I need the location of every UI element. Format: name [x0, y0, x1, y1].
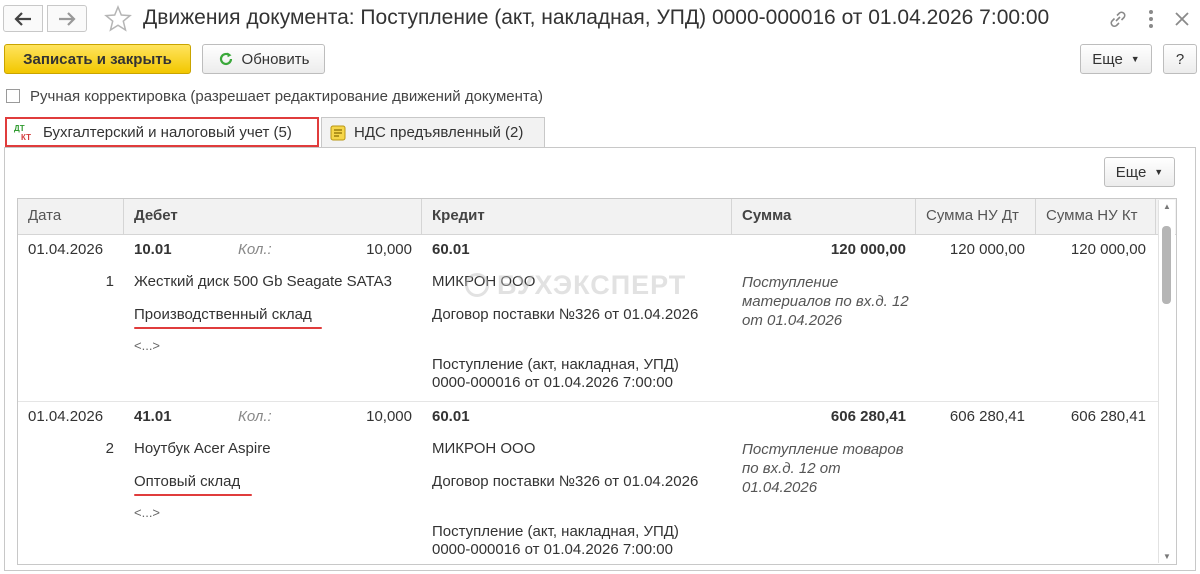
svg-text:КТ: КТ: [21, 133, 31, 141]
scroll-up-icon[interactable]: ▲: [1163, 202, 1171, 211]
refresh-button[interactable]: Обновить: [202, 44, 325, 74]
tab-accounting-and-tax[interactable]: ДТ КТ Бухгалтерский и налоговый учет (5): [5, 117, 319, 147]
vertical-scrollbar[interactable]: ▲ ▼: [1158, 200, 1175, 563]
scrollbar-thumb[interactable]: [1162, 226, 1171, 304]
debit-account: 41.01: [134, 408, 172, 425]
column-header-debit[interactable]: Дебет: [124, 199, 422, 234]
quantity-label: Кол.:: [238, 241, 272, 258]
debit-subconto-3: <...>: [134, 338, 161, 353]
more-menu-button[interactable]: Еще ▼: [1080, 44, 1152, 74]
tab-vat-presented[interactable]: НДС предъявленный (2): [321, 117, 545, 147]
highlight-underline: [134, 327, 322, 329]
caret-down-icon: ▼: [1154, 167, 1164, 177]
row-number: 1: [105, 273, 114, 290]
debit-account: 10.01: [134, 241, 172, 258]
title-bar: Движения документа: Поступление (акт, на…: [0, 0, 1200, 38]
forward-button[interactable]: [47, 5, 87, 32]
more-menu-label: Еще: [1092, 50, 1123, 68]
scroll-down-icon[interactable]: ▼: [1163, 552, 1171, 561]
dt-kt-icon: ДТ КТ: [13, 123, 35, 141]
row-sum-nu-dt: 606 280,41: [949, 408, 1025, 425]
column-header-sum-nu-dt[interactable]: Сумма НУ Дт: [916, 199, 1036, 234]
table-more-button[interactable]: Еще ▼: [1104, 157, 1175, 187]
credit-subconto-2: Договор поставки №326 от 01.04.2026: [432, 306, 699, 323]
close-icon[interactable]: [1171, 8, 1193, 30]
watermark-text: БУХЭКСПЕРТ: [497, 270, 687, 300]
row-sum: 120 000,00: [830, 241, 906, 258]
register-icon: [330, 125, 346, 141]
arrow-left-icon: [14, 11, 31, 26]
debit-subconto-2: Оптовый склад: [134, 473, 241, 490]
svg-text:ДТ: ДТ: [14, 124, 25, 133]
quantity-value: 10,000: [366, 241, 412, 258]
credit-account: 60.01: [432, 241, 470, 258]
debit-subconto-2: Производственный склад: [134, 306, 312, 323]
credit-subconto-3: Поступление (акт, накладная, УПД) 0000-0…: [432, 523, 679, 558]
row-content: Поступление материалов по вх.д. 12 от 01…: [742, 274, 909, 329]
table-row[interactable]: 01.04.2026 1 10.01 Кол.: 10,000 Жесткий …: [18, 235, 1158, 400]
debit-subconto-1: Ноутбук Acer Aspire: [134, 440, 271, 457]
row-number: 2: [105, 440, 114, 457]
link-icon[interactable]: [1107, 8, 1129, 30]
refresh-label: Обновить: [241, 50, 310, 68]
help-button[interactable]: ?: [1163, 44, 1197, 74]
manual-correction-checkbox[interactable]: [6, 89, 20, 103]
watermark: БУХЭКСПЕРТ: [465, 270, 686, 301]
debit-subconto-3: <...>: [134, 505, 161, 520]
quantity-label: Кол.:: [238, 408, 272, 425]
tab-label: Бухгалтерский и налоговый учет (5): [43, 123, 292, 141]
row-sum-nu-dt: 120 000,00: [949, 241, 1025, 258]
movements-table: Дата Дебет Кредит Сумма Сумма НУ Дт Сумм…: [17, 198, 1177, 565]
credit-subconto-3: Поступление (акт, накладная, УПД) 0000-0…: [432, 356, 679, 391]
credit-subconto-1: МИКРОН ООО: [432, 440, 536, 457]
column-header-credit[interactable]: Кредит: [422, 199, 732, 234]
table-more-label: Еще: [1115, 163, 1147, 181]
save-and-close-button[interactable]: Записать и закрыть: [4, 44, 191, 74]
arrow-right-icon: [59, 11, 76, 26]
table-header: Дата Дебет Кредит Сумма Сумма НУ Дт Сумм…: [18, 199, 1176, 235]
column-header-sum-nu-kt[interactable]: Сумма НУ Кт: [1036, 199, 1156, 234]
row-sum-nu-kt: 606 280,41: [1070, 408, 1146, 425]
debit-subconto-1: Жесткий диск 500 Gb Seagate SATA3: [134, 273, 392, 290]
refresh-icon: [219, 52, 232, 66]
column-header-sum[interactable]: Сумма: [732, 199, 916, 234]
more-options-icon[interactable]: [1141, 8, 1161, 30]
credit-subconto-2: Договор поставки №326 от 01.04.2026: [432, 473, 699, 490]
watermark-logo-icon: [465, 273, 489, 297]
quantity-value: 10,000: [366, 408, 412, 425]
back-button[interactable]: [3, 5, 43, 32]
window-title: Движения документа: Поступление (акт, на…: [143, 6, 1050, 29]
manual-correction-label: Ручная корректировка (разрешает редактир…: [30, 88, 543, 105]
favorite-star-icon[interactable]: [104, 5, 132, 32]
row-date: 01.04.2026: [28, 241, 104, 258]
caret-down-icon: ▼: [1130, 54, 1140, 64]
row-content: Поступление товаров по вх.д. 12 от 01.04…: [742, 441, 904, 496]
highlight-underline: [134, 494, 252, 496]
table-row[interactable]: 01.04.2026 2 41.01 Кол.: 10,000 Ноутбук …: [18, 401, 1158, 564]
credit-account: 60.01: [432, 408, 470, 425]
row-sum-nu-kt: 120 000,00: [1070, 241, 1146, 258]
row-date: 01.04.2026: [28, 408, 104, 425]
tab-label: НДС предъявленный (2): [354, 124, 524, 141]
column-header-date[interactable]: Дата: [18, 199, 124, 234]
row-sum: 606 280,41: [830, 408, 906, 425]
